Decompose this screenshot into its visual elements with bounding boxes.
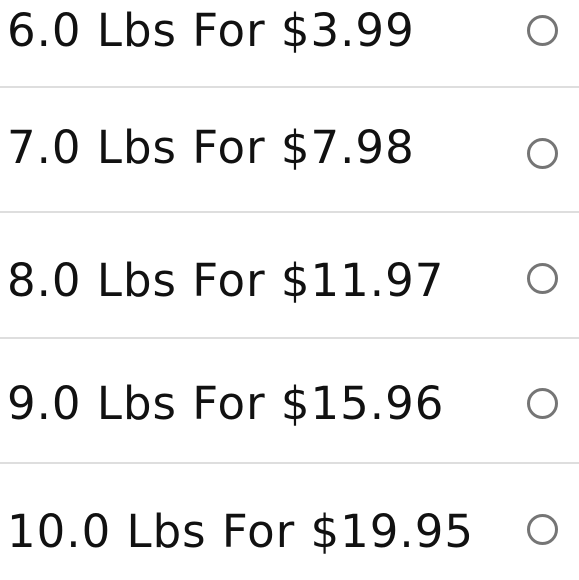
option-row-8-lbs[interactable]: 8.0 Lbs For $11.97 — [0, 213, 579, 338]
option-label: 7.0 Lbs For $7.98 — [7, 121, 415, 174]
option-label: 9.0 Lbs For $15.96 — [7, 377, 445, 430]
radio-button-unselected[interactable] — [527, 388, 558, 419]
option-row-7-lbs[interactable]: 7.0 Lbs For $7.98 — [0, 88, 579, 213]
option-row-9-lbs[interactable]: 9.0 Lbs For $15.96 — [0, 338, 579, 464]
option-row-10-lbs[interactable]: 10.0 Lbs For $19.95 — [0, 464, 579, 580]
radio-button-unselected[interactable] — [527, 514, 558, 545]
weight-price-option-list: 6.0 Lbs For $3.99 7.0 Lbs For $7.98 8.0 … — [0, 0, 579, 580]
option-label: 6.0 Lbs For $3.99 — [7, 4, 415, 57]
radio-button-unselected[interactable] — [527, 138, 558, 169]
radio-button-unselected[interactable] — [527, 15, 558, 46]
radio-button-unselected[interactable] — [527, 263, 558, 294]
option-row-6-lbs[interactable]: 6.0 Lbs For $3.99 — [0, 0, 579, 88]
option-label: 8.0 Lbs For $11.97 — [7, 254, 445, 307]
option-label: 10.0 Lbs For $19.95 — [7, 505, 474, 558]
